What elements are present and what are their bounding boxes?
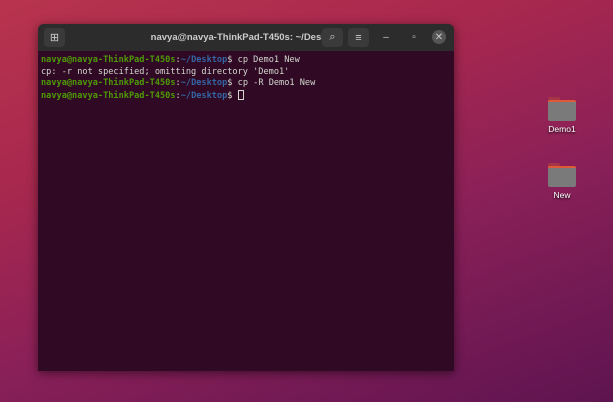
terminal-line: navya@navya-ThinkPad-T450s:~/Desktop$ <box>41 89 451 103</box>
folder-icon <box>548 163 576 187</box>
terminal-window[interactable]: ⊞ navya@navya-ThinkPad-T450s: ~/Desktop … <box>38 24 454 371</box>
terminal-line: cp: -r not specified; omitting directory… <box>41 66 290 77</box>
folder-icon <box>548 97 576 121</box>
terminal-line: navya@navya-ThinkPad-T450s:~/Desktop$ cp… <box>41 78 316 88</box>
terminal-output[interactable]: navya@navya-ThinkPad-T450s:~/Desktop$ cp… <box>38 51 454 106</box>
hamburger-icon: ≡ <box>355 31 362 44</box>
desktop-icon-new[interactable]: New <box>537 163 587 200</box>
desktop-icon-demo1[interactable]: Demo1 <box>537 97 587 134</box>
maximize-icon: ▫ <box>412 31 416 43</box>
terminal-line: navya@navya-ThinkPad-T450s:~/Desktop$ cp… <box>41 55 300 65</box>
close-icon: ✕ <box>434 31 444 43</box>
title-bar[interactable]: ⊞ navya@navya-ThinkPad-T450s: ~/Desktop … <box>38 24 454 51</box>
minimize-button[interactable]: – <box>379 30 393 44</box>
search-button[interactable]: ⌕ <box>322 28 343 47</box>
close-button[interactable]: ✕ <box>432 30 446 44</box>
cursor <box>237 89 244 100</box>
minimize-icon: – <box>383 31 389 43</box>
search-icon: ⌕ <box>329 31 336 43</box>
menu-button[interactable]: ≡ <box>348 28 369 47</box>
maximize-button[interactable]: ▫ <box>407 30 421 44</box>
